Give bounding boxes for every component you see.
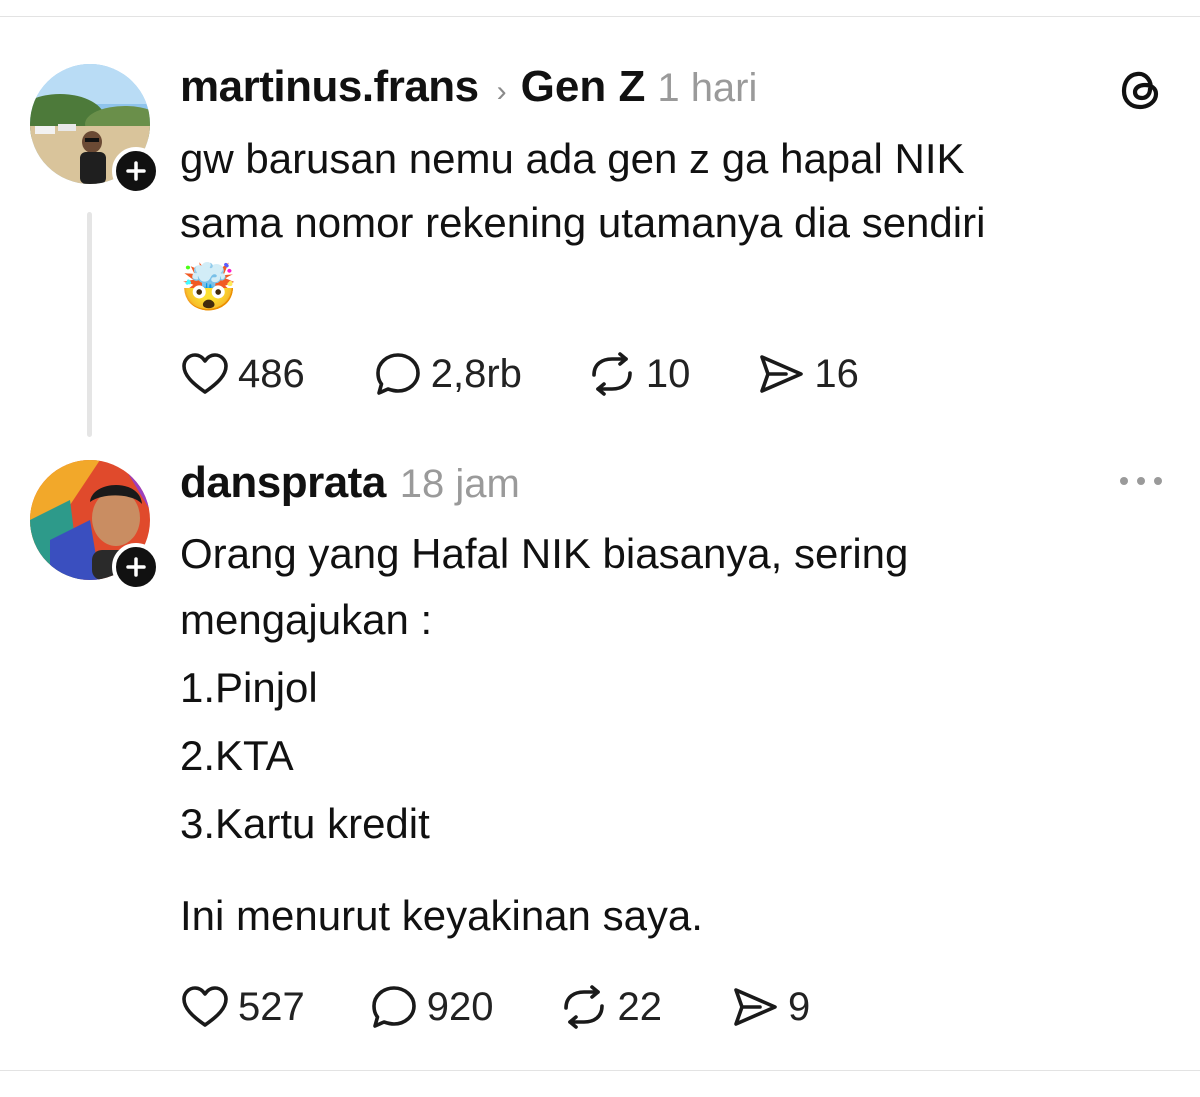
post-text-line: gw barusan nemu ada gen z ga hapal NIK <box>180 135 965 182</box>
reply-count: 2,8rb <box>430 351 522 396</box>
threads-logo-icon[interactable] <box>1118 67 1164 113</box>
like-count: 527 <box>238 984 305 1029</box>
like-count: 486 <box>238 351 305 396</box>
comment-icon <box>375 353 420 395</box>
reply-count: 920 <box>426 984 494 1029</box>
repost-count: 10 <box>645 351 691 396</box>
username[interactable]: dansprata <box>180 458 386 508</box>
username[interactable]: martinus.frans <box>180 62 479 112</box>
emoji: 🤯 <box>180 261 238 313</box>
list-item: 1.Pinjol <box>180 664 318 711</box>
post-header: dansprata 18 jam <box>180 458 520 508</box>
share-icon <box>734 988 777 1026</box>
thread-connector-line <box>87 212 92 437</box>
post-text-line: sama nomor rekening utamanya dia sendiri <box>180 199 986 246</box>
bottom-divider <box>0 1070 1200 1071</box>
like-button[interactable]: 486 <box>180 351 305 397</box>
post-text-line: Orang yang Hafal NIK biasanya, sering <box>180 530 909 577</box>
action-bar: 486 2,8rb 10 16 <box>180 350 859 398</box>
plus-icon <box>126 161 146 181</box>
post-header: martinus.frans › Gen Z 1 hari <box>180 62 757 112</box>
post-text-line: mengajukan : <box>180 596 433 643</box>
repost-button[interactable]: 22 <box>558 984 663 1030</box>
closing-line: Ini menurut keyakinan saya. <box>180 892 703 939</box>
timestamp[interactable]: 1 hari <box>657 66 757 111</box>
list-item: 3.Kartu kredit <box>180 800 430 847</box>
heart-icon <box>182 986 228 1027</box>
repost-button[interactable]: 10 <box>586 351 691 397</box>
follow-button[interactable] <box>112 543 160 591</box>
more-options-icon[interactable] <box>1118 474 1164 488</box>
post-body: Orang yang Hafal NIK biasanya, sering me… <box>180 522 1160 948</box>
plus-icon <box>126 557 146 577</box>
like-button[interactable]: 527 <box>180 984 305 1030</box>
reply-button[interactable]: 2,8rb <box>373 350 522 398</box>
heart-icon <box>182 353 228 394</box>
share-button[interactable]: 9 <box>730 984 810 1030</box>
chevron-right-icon: › <box>496 75 507 108</box>
reply-button[interactable]: 920 <box>369 983 494 1031</box>
topic-tag[interactable]: Gen Z <box>521 62 646 112</box>
action-bar: 527 920 22 9 <box>180 983 810 1031</box>
comment-icon <box>371 986 416 1028</box>
share-count: 16 <box>814 351 859 396</box>
timestamp[interactable]: 18 jam <box>400 462 520 507</box>
post-body: gw barusan nemu ada gen z ga hapal NIK s… <box>180 127 1160 319</box>
repost-icon <box>592 352 632 396</box>
list-item: 2.KTA <box>180 732 294 779</box>
share-count: 9 <box>788 984 811 1029</box>
repost-icon <box>563 985 604 1029</box>
share-button[interactable]: 16 <box>756 351 859 397</box>
repost-count: 22 <box>617 984 663 1029</box>
share-icon <box>760 355 804 393</box>
follow-button[interactable] <box>112 147 160 195</box>
top-divider <box>0 16 1200 17</box>
